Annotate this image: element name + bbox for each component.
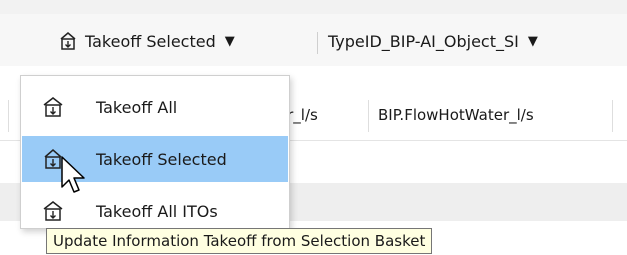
toolbar-separator — [317, 32, 318, 54]
takeoff-selected-icon — [60, 32, 76, 50]
takeoff-all-itos-icon — [43, 201, 63, 221]
toolbar: Takeoff Selected ▼ TypeID_BIP-AI_Object_… — [0, 14, 627, 66]
chevron-down-icon: ▼ — [527, 33, 538, 49]
tooltip-text: Update Information Takeoff from Selectio… — [53, 232, 426, 250]
menu-item-label: Takeoff All — [96, 97, 178, 117]
takeoff-selected-label: Takeoff Selected — [85, 31, 216, 51]
column-header-flow-hot-water[interactable]: BIP.FlowHotWater_l/s — [378, 102, 534, 128]
menu-item-label: Takeoff Selected — [96, 149, 227, 169]
mouse-pointer-icon — [61, 156, 85, 193]
chevron-down-icon: ▼ — [224, 33, 235, 49]
typeid-dropdown[interactable]: TypeID_BIP-AI_Object_SI ▼ — [328, 27, 538, 55]
takeoff-all-icon — [43, 97, 63, 117]
column-divider — [8, 100, 9, 132]
tooltip: Update Information Takeoff from Selectio… — [46, 228, 433, 254]
column-divider — [612, 100, 613, 132]
window-top-band — [0, 0, 627, 14]
takeoff-selected-dropdown-button[interactable]: Takeoff Selected ▼ — [58, 27, 235, 55]
typeid-dropdown-value: TypeID_BIP-AI_Object_SI — [328, 31, 519, 51]
takeoff-dropdown-menu: Takeoff All Takeoff Selected Takeoff All… — [20, 75, 290, 229]
menu-item-takeoff-all[interactable]: Takeoff All — [22, 84, 288, 130]
column-divider — [368, 100, 369, 132]
menu-item-label: Takeoff All ITOs — [96, 201, 218, 221]
